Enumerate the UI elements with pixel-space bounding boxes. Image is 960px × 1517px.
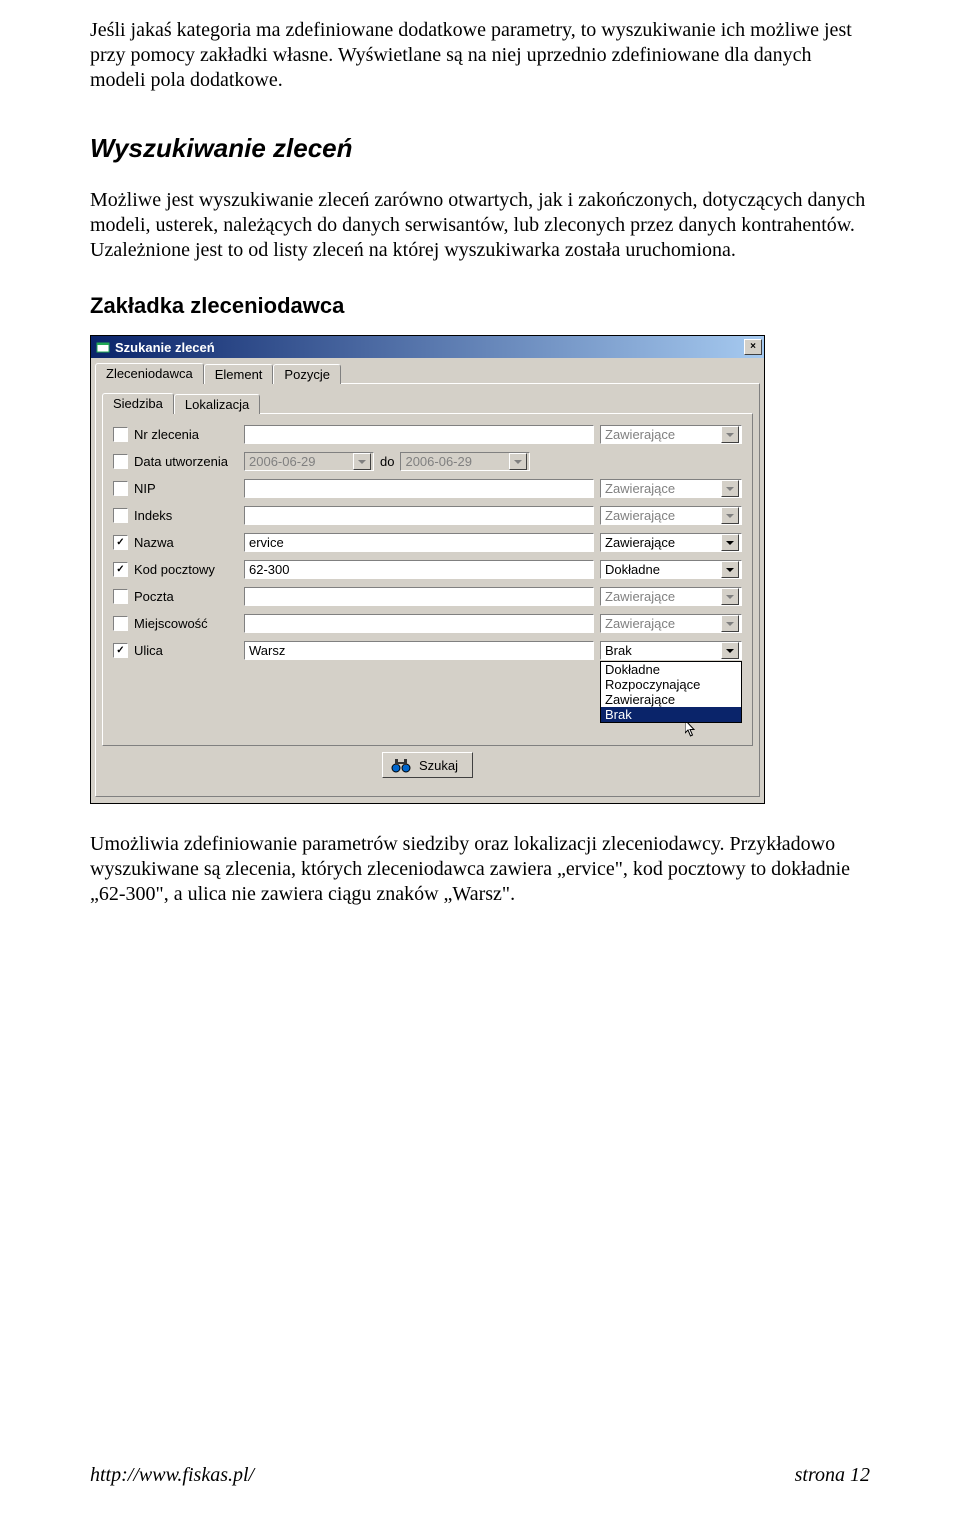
titlebar[interactable]: Szukanie zleceń × xyxy=(91,336,764,358)
option-brak[interactable]: Brak xyxy=(601,707,741,722)
match-nazwa[interactable]: Zawierające xyxy=(600,533,742,552)
inner-tab-row: Siedziba Lokalizacja xyxy=(102,390,753,413)
chevron-down-icon xyxy=(721,588,739,605)
binoculars-icon xyxy=(391,756,411,774)
match-ulica[interactable]: Brak Dokładne Rozpoczynające Zawierające… xyxy=(600,641,742,660)
label-data-utworzenia: Data utworzenia xyxy=(134,454,244,469)
chevron-down-icon xyxy=(721,507,739,524)
label-nr-zlecenia: Nr zlecenia xyxy=(134,427,244,442)
date-from[interactable]: 2006-06-29 xyxy=(244,452,374,471)
match-nip-value: Zawierające xyxy=(605,481,675,496)
page-footer: http://www.fiskas.pl/ strona 12 xyxy=(90,1464,870,1487)
checkbox-nazwa[interactable]: ✓ xyxy=(113,535,128,550)
input-miejscowosc[interactable] xyxy=(244,614,594,633)
heading-wyszukiwanie-zlecen: Wyszukiwanie zleceń xyxy=(90,133,870,164)
inner-tab-body: Nr zlecenia Zawierające Data utworzenia … xyxy=(102,413,753,746)
label-miejscowosc: Miejscowość xyxy=(134,616,244,631)
match-kod-pocztowy-value: Dokładne xyxy=(605,562,660,577)
match-miejscowosc-value: Zawierające xyxy=(605,616,675,631)
checkbox-nip[interactable] xyxy=(113,481,128,496)
row-nazwa: ✓ Nazwa Zawierające xyxy=(113,532,742,553)
tab-pozycje[interactable]: Pozycje xyxy=(273,364,341,384)
footer-url: http://www.fiskas.pl/ xyxy=(90,1464,254,1487)
input-nazwa[interactable] xyxy=(244,533,594,552)
match-kod-pocztowy[interactable]: Dokładne xyxy=(600,560,742,579)
match-nr-zlecenia[interactable]: Zawierające xyxy=(600,425,742,444)
input-poczta[interactable] xyxy=(244,587,594,606)
checkbox-indeks[interactable] xyxy=(113,508,128,523)
match-ulica-value: Brak xyxy=(605,643,632,658)
input-nip[interactable] xyxy=(244,479,594,498)
option-dokladne[interactable]: Dokładne xyxy=(601,662,741,677)
label-poczta: Poczta xyxy=(134,589,244,604)
match-poczta[interactable]: Zawierające xyxy=(600,587,742,606)
input-nr-zlecenia[interactable] xyxy=(244,425,594,444)
row-nr-zlecenia: Nr zlecenia Zawierające xyxy=(113,424,742,445)
match-ulica-dropdown: Dokładne Rozpoczynające Zawierające Brak xyxy=(600,661,742,723)
checkbox-nr-zlecenia[interactable] xyxy=(113,427,128,442)
date-to[interactable]: 2006-06-29 xyxy=(400,452,530,471)
input-ulica[interactable] xyxy=(244,641,594,660)
tab-siedziba[interactable]: Siedziba xyxy=(102,393,174,414)
row-poczta: Poczta Zawierające xyxy=(113,586,742,607)
row-ulica: ✓ Ulica Brak Dokładne Rozpoczynające Zaw… xyxy=(113,640,742,661)
top-tab-row: Zleceniodawca Element Pozycje xyxy=(91,358,764,383)
date-from-value: 2006-06-29 xyxy=(249,454,316,469)
row-indeks: Indeks Zawierające xyxy=(113,505,742,526)
search-button[interactable]: Szukaj xyxy=(382,752,473,778)
label-nazwa: Nazwa xyxy=(134,535,244,550)
app-icon xyxy=(95,339,111,355)
match-poczta-value: Zawierające xyxy=(605,589,675,604)
tab-zleceniodawca[interactable]: Zleceniodawca xyxy=(95,363,204,384)
heading-zakladka-zleceniodawca: Zakładka zleceniodawca xyxy=(90,293,870,319)
label-ulica: Ulica xyxy=(134,643,244,658)
checkbox-poczta[interactable] xyxy=(113,589,128,604)
chevron-down-icon xyxy=(721,561,739,578)
chevron-down-icon xyxy=(721,534,739,551)
input-indeks[interactable] xyxy=(244,506,594,525)
match-indeks-value: Zawierające xyxy=(605,508,675,523)
label-do: do xyxy=(380,454,394,469)
close-button[interactable]: × xyxy=(744,339,762,355)
checkbox-miejscowosc[interactable] xyxy=(113,616,128,631)
row-data-utworzenia: Data utworzenia 2006-06-29 do 2006-06-29 xyxy=(113,451,742,472)
match-miejscowosc[interactable]: Zawierające xyxy=(600,614,742,633)
footer-page: strona 12 xyxy=(795,1464,870,1487)
label-nip: NIP xyxy=(134,481,244,496)
chevron-down-icon xyxy=(721,642,739,659)
intro-paragraph: Jeśli jakaś kategoria ma zdefiniowane do… xyxy=(90,18,870,93)
match-indeks[interactable]: Zawierające xyxy=(600,506,742,525)
label-indeks: Indeks xyxy=(134,508,244,523)
match-nip[interactable]: Zawierające xyxy=(600,479,742,498)
body-paragraph-1: Możliwe jest wyszukiwanie zleceń zarówno… xyxy=(90,188,870,263)
option-zawierajace[interactable]: Zawierające xyxy=(601,692,741,707)
search-button-label: Szukaj xyxy=(419,758,458,773)
chevron-down-icon xyxy=(721,615,739,632)
checkbox-kod-pocztowy[interactable]: ✓ xyxy=(113,562,128,577)
chevron-down-icon xyxy=(721,426,739,443)
match-nazwa-value: Zawierające xyxy=(605,535,675,550)
search-dialog: Szukanie zleceń × Zleceniodawca Element … xyxy=(90,335,765,804)
chevron-down-icon xyxy=(721,480,739,497)
row-nip: NIP Zawierające xyxy=(113,478,742,499)
match-nr-zlecenia-value: Zawierające xyxy=(605,427,675,442)
search-button-row: Szukaj xyxy=(102,746,753,786)
input-kod-pocztowy[interactable] xyxy=(244,560,594,579)
tab-element[interactable]: Element xyxy=(204,364,274,384)
top-tab-body: Siedziba Lokalizacja Nr zlecenia Zawiera… xyxy=(95,383,760,797)
chevron-down-icon xyxy=(353,453,371,470)
chevron-down-icon xyxy=(509,453,527,470)
row-kod-pocztowy: ✓ Kod pocztowy Dokładne xyxy=(113,559,742,580)
row-miejscowosc: Miejscowość Zawierające xyxy=(113,613,742,634)
dialog-title: Szukanie zleceń xyxy=(115,340,215,355)
checkbox-ulica[interactable]: ✓ xyxy=(113,643,128,658)
tab-lokalizacja[interactable]: Lokalizacja xyxy=(174,394,260,414)
date-to-value: 2006-06-29 xyxy=(405,454,472,469)
body-paragraph-2: Umożliwia zdefiniowanie parametrów siedz… xyxy=(90,832,870,907)
option-rozpoczynajace[interactable]: Rozpoczynające xyxy=(601,677,741,692)
label-kod-pocztowy: Kod pocztowy xyxy=(134,562,244,577)
checkbox-data-utworzenia[interactable] xyxy=(113,454,128,469)
